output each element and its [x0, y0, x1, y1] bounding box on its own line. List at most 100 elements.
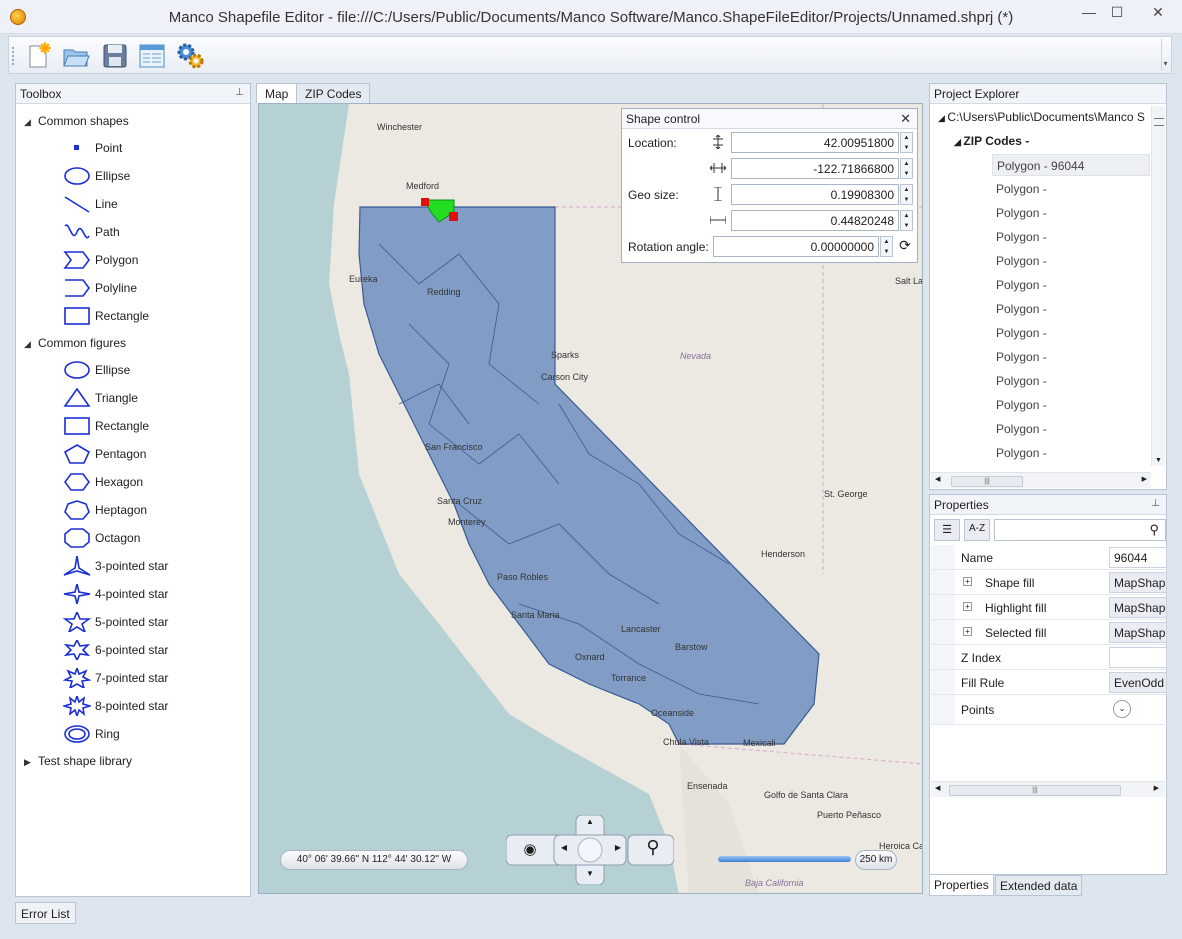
- property-row-name[interactable]: Name 96044: [931, 545, 1167, 570]
- figure-3-pointed-star[interactable]: 3-pointed star: [16, 552, 250, 580]
- property-row-points[interactable]: Points ⌄: [931, 695, 1167, 725]
- tree-item[interactable]: Polygon -: [992, 250, 1150, 272]
- longitude-input[interactable]: -122.71866800: [731, 158, 899, 179]
- zoom-search-icon[interactable]: ⚲: [640, 837, 666, 863]
- new-icon[interactable]: [24, 41, 54, 71]
- expand-icon[interactable]: +: [963, 627, 972, 636]
- figure-hexagon[interactable]: Hexagon: [16, 468, 250, 496]
- collapse-arrow-icon[interactable]: ◢: [24, 331, 38, 357]
- open-folder-icon[interactable]: [61, 41, 91, 71]
- categorized-view-icon[interactable]: ☰: [934, 519, 960, 541]
- longitude-spinner[interactable]: ▲ ▼: [900, 158, 913, 179]
- width-input[interactable]: 0.44820248: [731, 210, 899, 231]
- tool-polygon[interactable]: Polygon: [16, 246, 250, 274]
- horizontal-scrollbar[interactable]: ◀ ||| ▶: [931, 472, 1151, 488]
- latitude-input[interactable]: 42.00951800: [731, 132, 899, 153]
- property-value[interactable]: 96044: [1109, 547, 1167, 568]
- tree-item[interactable]: Polygon -: [992, 346, 1150, 368]
- tool-line[interactable]: Line: [16, 190, 250, 218]
- tool-point[interactable]: Point: [16, 134, 250, 162]
- reset-rotation-icon[interactable]: ⟳: [896, 237, 914, 256]
- figure-octagon[interactable]: Octagon: [16, 524, 250, 552]
- figure-7-pointed-star[interactable]: 7-pointed star: [16, 664, 250, 692]
- tree-item[interactable]: Polygon -: [992, 394, 1150, 416]
- tab-error-list[interactable]: Error List: [15, 902, 76, 924]
- height-spinner[interactable]: ▲ ▼: [900, 184, 913, 205]
- tab-properties[interactable]: Properties: [929, 875, 994, 896]
- settings-gears-icon[interactable]: [175, 41, 205, 71]
- figure-heptagon[interactable]: Heptagon: [16, 496, 250, 524]
- maximize-button[interactable]: ☐: [1103, 4, 1131, 24]
- collapse-arrow-icon[interactable]: ◢: [24, 109, 38, 135]
- figure-5-pointed-star[interactable]: 5-pointed star: [16, 608, 250, 636]
- figure-8-pointed-star[interactable]: 8-pointed star: [16, 692, 250, 720]
- pan-right-icon[interactable]: ▶: [612, 843, 624, 857]
- toolbox-group-common-shapes[interactable]: ◢ Common shapes: [16, 108, 250, 134]
- figure-ring[interactable]: Ring: [16, 720, 250, 748]
- property-value[interactable]: MapShap: [1109, 622, 1167, 643]
- pan-left-icon[interactable]: ◀: [558, 843, 570, 857]
- tree-item[interactable]: Polygon -: [992, 202, 1150, 224]
- property-row-selected-fill[interactable]: + Selected fill MapShap: [931, 620, 1167, 645]
- tree-item[interactable]: Polygon -: [992, 322, 1150, 344]
- pan-down-icon[interactable]: ▼: [580, 869, 600, 883]
- tree-item[interactable]: Polygon -: [992, 274, 1150, 296]
- property-search-input[interactable]: ⚲: [994, 519, 1166, 541]
- vertical-scrollbar[interactable]: ▼: [1151, 106, 1165, 466]
- expand-icon[interactable]: +: [963, 577, 972, 586]
- toolbox-group-common-figures[interactable]: ◢ Common figures: [16, 330, 250, 356]
- pan-up-icon[interactable]: ▲: [580, 817, 600, 831]
- tree-item[interactable]: Polygon -: [992, 418, 1150, 440]
- tab-extended-data[interactable]: Extended data: [995, 875, 1083, 896]
- rotation-input[interactable]: 0.00000000: [713, 236, 879, 257]
- property-value[interactable]: MapShap: [1109, 597, 1167, 618]
- layer-node-zip-codes[interactable]: ◢ ZIP Codes -: [954, 134, 1029, 148]
- tool-polyline[interactable]: Polyline: [16, 274, 250, 302]
- figure-rectangle[interactable]: Rectangle: [16, 412, 250, 440]
- width-spinner[interactable]: ▲ ▼: [900, 210, 913, 231]
- figure-ellipse[interactable]: Ellipse: [16, 356, 250, 384]
- properties-window-icon[interactable]: [137, 41, 167, 71]
- tree-item[interactable]: Polygon -: [992, 370, 1150, 392]
- eye-icon[interactable]: ◉: [516, 840, 544, 860]
- horizontal-scrollbar[interactable]: ◀ ||| ▶: [931, 781, 1165, 797]
- save-icon[interactable]: [100, 41, 130, 71]
- figure-4-pointed-star[interactable]: 4-pointed star: [16, 580, 250, 608]
- property-row-fill-rule[interactable]: Fill Rule EvenOdd: [931, 670, 1167, 695]
- tool-rectangle[interactable]: Rectangle: [16, 302, 250, 330]
- tree-item[interactable]: Polygon - 96044: [992, 154, 1150, 176]
- tool-ellipse[interactable]: Ellipse: [16, 162, 250, 190]
- property-row-shape-fill[interactable]: + Shape fill MapShap: [931, 570, 1167, 595]
- tree-item[interactable]: Polygon -: [992, 442, 1150, 464]
- property-value[interactable]: MapShap: [1109, 572, 1167, 593]
- tool-path[interactable]: Path: [16, 218, 250, 246]
- project-path[interactable]: ◢ C:\Users\Public\Documents\Manco S: [938, 110, 1150, 124]
- toolbar-overflow-button[interactable]: ▾: [1161, 39, 1169, 71]
- latitude-spinner[interactable]: ▲ ▼: [900, 132, 913, 153]
- toolbar-grip[interactable]: [12, 47, 15, 65]
- property-row-z-index[interactable]: Z Index: [931, 645, 1167, 670]
- tree-item[interactable]: Polygon -: [992, 226, 1150, 248]
- property-value[interactable]: EvenOdd: [1109, 672, 1167, 693]
- alphabetical-sort-button[interactable]: A-Z: [964, 519, 990, 541]
- tab-map[interactable]: Map: [256, 83, 298, 103]
- tree-item[interactable]: Polygon -: [992, 298, 1150, 320]
- pin-icon[interactable]: ⊥: [235, 87, 244, 98]
- close-button[interactable]: ✕: [1144, 4, 1172, 24]
- toolbox-group-test-shape-library[interactable]: ▶ Test shape library: [16, 748, 250, 774]
- expand-icon[interactable]: +: [963, 602, 972, 611]
- figure-triangle[interactable]: Triangle: [16, 384, 250, 412]
- figure-pentagon[interactable]: Pentagon: [16, 440, 250, 468]
- figure-6-pointed-star[interactable]: 6-pointed star: [16, 636, 250, 664]
- expand-arrow-icon[interactable]: ▶: [24, 749, 38, 775]
- pin-icon[interactable]: ⊥: [1151, 498, 1160, 509]
- close-icon[interactable]: ✕: [900, 111, 911, 127]
- property-value[interactable]: [1109, 647, 1167, 668]
- rotation-spinner[interactable]: ▲ ▼: [880, 236, 893, 257]
- minimize-button[interactable]: —: [1075, 4, 1103, 24]
- height-input[interactable]: 0.19908300: [731, 184, 899, 205]
- tree-item[interactable]: Polygon -: [992, 178, 1150, 200]
- property-row-highlight-fill[interactable]: + Highlight fill MapShap: [931, 595, 1167, 620]
- tab-zip-codes[interactable]: ZIP Codes: [296, 83, 371, 103]
- chevron-down-icon[interactable]: ⌄: [1113, 700, 1131, 718]
